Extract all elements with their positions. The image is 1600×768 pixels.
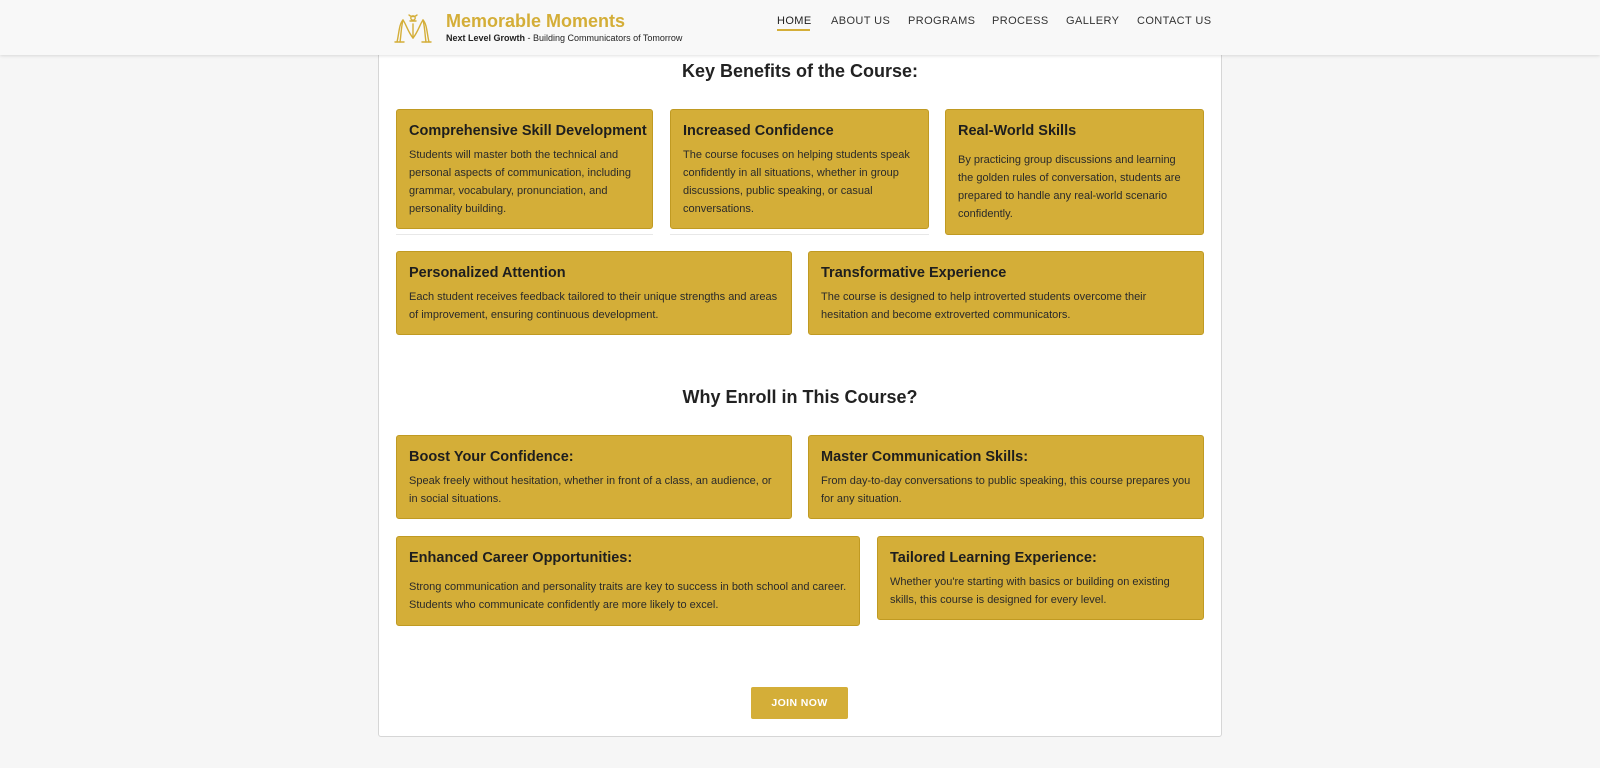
brand-logo-icon[interactable] [394, 10, 432, 44]
enroll-card: Master Communication Skills: From day-to… [808, 435, 1204, 519]
enroll-title: Why Enroll in This Course? [682, 387, 918, 407]
card-divider [396, 234, 653, 235]
enroll-card-title: Master Communication Skills: [821, 449, 1029, 465]
active-nav-indicator [777, 29, 810, 31]
benefit-card-title: Comprehensive Skill Development [409, 123, 647, 139]
benefit-card-title: Increased Confidence [683, 123, 834, 139]
nav-about-us[interactable]: ABOUT US [831, 15, 890, 27]
tagline-rest: - Building Communicators of Tomorrow [525, 33, 683, 43]
benefit-card: Comprehensive Skill Development Students… [396, 109, 653, 229]
enroll-card: Tailored Learning Experience: Whether yo… [877, 536, 1204, 620]
benefit-card: Personalized Attention Each student rece… [396, 251, 792, 335]
benefit-card: Real-World Skills By practicing group di… [945, 109, 1204, 235]
benefit-card-title: Transformative Experience [821, 265, 1007, 281]
benefit-card-title: Personalized Attention [409, 265, 566, 281]
enroll-card-title: Tailored Learning Experience: [890, 550, 1097, 566]
benefit-card-text: Students will master both the technical … [409, 149, 631, 215]
brand-tagline: Next Level Growth - Building Communicato… [446, 33, 682, 43]
enroll-card-text: Speak freely without hesitation, whether… [409, 475, 772, 505]
card-divider [670, 234, 929, 235]
benefit-card: Increased Confidence The course focuses … [670, 109, 929, 229]
nav-programs[interactable]: PROGRAMS [908, 15, 975, 27]
brand-name[interactable]: Memorable Moments [446, 11, 625, 32]
nav-process[interactable]: PROCESS [992, 15, 1049, 27]
nav-contact-us[interactable]: CONTACT US [1137, 15, 1212, 27]
benefit-card-title: Real-World Skills [958, 123, 1077, 139]
nav-gallery[interactable]: GALLERY [1066, 15, 1119, 27]
benefits-title: Key Benefits of the Course: [681, 61, 919, 81]
enroll-card: Boost Your Confidence: Speak freely with… [396, 435, 792, 519]
enroll-card-text: Strong communication and personality tra… [409, 581, 847, 611]
enroll-card-title: Enhanced Career Opportunities: [409, 550, 633, 566]
tagline-bold: Next Level Growth [446, 33, 526, 43]
site-header: Memorable Moments Next Level Growth - Bu… [0, 0, 1600, 55]
benefit-card-text: The course focuses on helping students s… [683, 149, 910, 215]
enroll-card: Enhanced Career Opportunities: Strong co… [396, 536, 860, 626]
benefit-card-text: By practicing group discussions and lear… [958, 154, 1181, 220]
benefit-card-text: Each student receives feedback tailored … [409, 291, 778, 321]
nav-home[interactable]: HOME [777, 15, 812, 27]
join-now-button[interactable]: JOIN NOW [751, 687, 848, 719]
enroll-card-text: Whether you're starting with basics or b… [890, 576, 1170, 606]
enroll-card-text: From day-to-day conversations to public … [821, 475, 1191, 505]
enroll-card-title: Boost Your Confidence: [409, 449, 574, 465]
benefit-card: Transformative Experience The course is … [808, 251, 1204, 335]
benefit-card-text: The course is designed to help introvert… [821, 291, 1147, 321]
